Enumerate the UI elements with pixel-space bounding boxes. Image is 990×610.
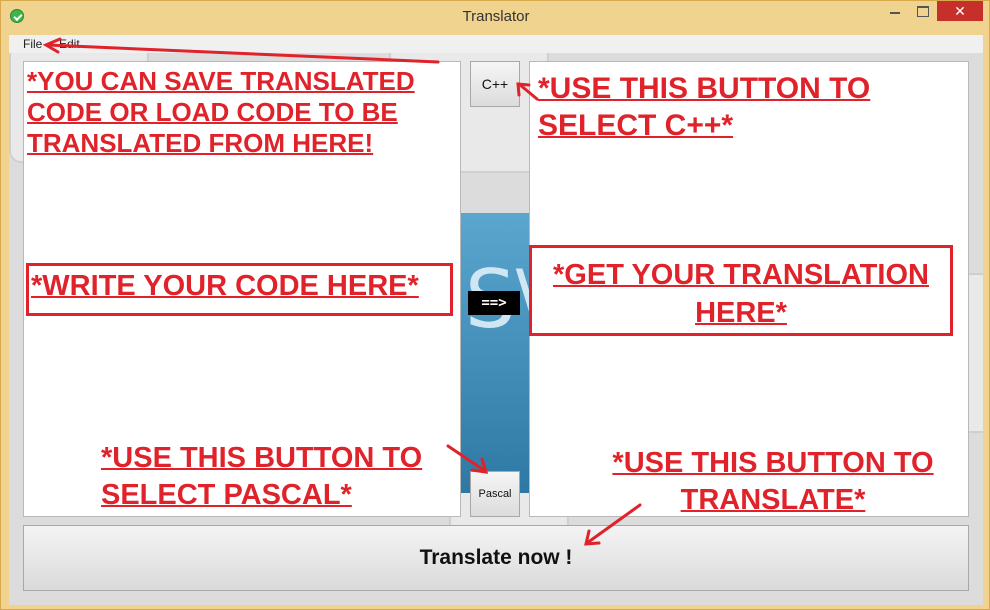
translate-now-button[interactable]: Translate now ! <box>23 525 969 591</box>
minimize-button[interactable] <box>881 1 909 21</box>
annotation-line: HERE* <box>695 297 787 329</box>
direction-arrow-label: ==> <box>468 291 520 315</box>
window-title: Translator <box>462 8 530 25</box>
annotation-pascal: *USE THIS BUTTON TO SELECT PASCAL* <box>101 440 422 514</box>
menu-file[interactable]: File <box>23 37 42 51</box>
annotation-file-menu: *YOU CAN SAVE TRANSLATED CODE OR LOAD CO… <box>27 66 415 159</box>
title-bar[interactable]: Translator ✕ <box>1 1 990 33</box>
annotation-line: CODE OR LOAD CODE TO BE <box>27 97 398 127</box>
background-blue-key: S\ <box>457 213 543 493</box>
menu-bar: File Edit <box>9 35 983 53</box>
annotation-translate: *USE THIS BUTTON TO TRANSLATE* <box>598 445 948 519</box>
maximize-button[interactable] <box>909 1 937 21</box>
cpp-button[interactable]: C++ <box>470 61 520 107</box>
annotation-translation: *GET YOUR TRANSLATION HERE* <box>536 256 946 332</box>
close-button[interactable]: ✕ <box>937 1 983 21</box>
annotation-line: *USE THIS BUTTON TO <box>612 447 934 479</box>
annotation-line: SELECT PASCAL* <box>101 479 352 511</box>
annotation-line: TRANSLATED FROM HERE! <box>27 128 374 158</box>
annotation-line: *USE THIS BUTTON TO <box>538 72 871 105</box>
annotation-cpp: *USE THIS BUTTON TO SELECT C++* <box>538 70 870 144</box>
annotation-write-code: *WRITE YOUR CODE HERE* <box>31 270 419 302</box>
annotation-line: *GET YOUR TRANSLATION <box>553 259 929 291</box>
annotation-line: *USE THIS BUTTON TO <box>101 442 423 474</box>
annotation-line: *YOU CAN SAVE TRANSLATED <box>27 66 415 96</box>
close-icon: ✕ <box>954 3 966 19</box>
pascal-button[interactable]: Pascal <box>470 471 520 517</box>
annotation-line: TRANSLATE* <box>680 484 866 516</box>
annotation-line: SELECT C++* <box>538 109 734 142</box>
menu-edit[interactable]: Edit <box>59 37 80 51</box>
